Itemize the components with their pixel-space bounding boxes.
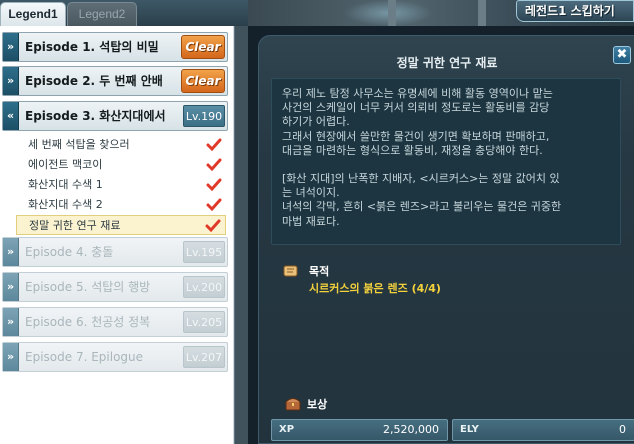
description-line: [화산 지대]의 난폭한 지배자, <시르커스>는 정말 값어치 있 (282, 172, 560, 186)
description-line: 녀석의 각막, 흔히 <붉은 렌즈>라고 불리우는 물건은 귀중한 (282, 200, 562, 214)
level-badge: Lv.200 (183, 276, 225, 298)
ely-reward-box: ELY 0 (452, 419, 634, 441)
clear-badge: Clear (181, 35, 225, 59)
episode-6-row[interactable]: » Episode 6. 천공성 정복 Lv.205 (2, 307, 228, 337)
episode-title: Episode 7. Epilogue (25, 350, 144, 364)
xp-reward-box: XP 2,520,000 (271, 419, 448, 441)
subquest-title: 에이전트 맥코이 (28, 158, 103, 171)
reward-label: 보상 (307, 398, 328, 411)
checkmark-icon (206, 138, 222, 152)
episode-list: » Episode 1. 석탑의 비밀 Clear » Episode 2. 두… (0, 26, 234, 444)
quest-description: 우리 제노 탐정 사무소는 유명세에 비해 활동 영역이나 맡는 사건의 스케일… (271, 78, 621, 245)
ely-value: 0 (619, 423, 626, 436)
quest-title: 정말 귀한 연구 재료 (396, 56, 498, 70)
subquest-item[interactable]: 에이전트 맥코이 (16, 155, 226, 175)
objective-label: 목적 (309, 265, 330, 278)
tab-legend1[interactable]: Legend1 (0, 2, 66, 26)
episode-7-row[interactable]: » Episode 7. Epilogue Lv.207 (2, 342, 228, 372)
divider-scrollbar[interactable] (234, 26, 248, 444)
description-line: 우리 제노 탐정 사무소는 유명세에 비해 활동 영역이나 맡는 (282, 87, 553, 100)
xp-value: 2,520,000 (383, 423, 439, 436)
quest-detail-panel: 정말 귀한 연구 재료 ✖ 우리 제노 탐정 사무소는 유명세에 비해 활동 영… (248, 26, 634, 444)
episode-title: Episode 2. 두 번째 안배 (25, 74, 163, 88)
episode-title: Episode 4. 충돌 (25, 245, 114, 259)
episode-title: Episode 1. 석탑의 비밀 (25, 40, 159, 54)
checkmark-icon (206, 158, 222, 172)
expand-chevron-icon[interactable]: » (3, 273, 19, 301)
level-badge: Lv.207 (183, 346, 225, 368)
expand-chevron-icon[interactable]: » (3, 343, 19, 371)
expand-chevron-icon[interactable]: » (3, 308, 19, 336)
checkmark-icon (206, 198, 222, 212)
episode-5-row[interactable]: » Episode 5. 석탑의 행방 Lv.200 (2, 272, 228, 302)
episode-2-row[interactable]: » Episode 2. 두 번째 안배 Clear (2, 66, 228, 96)
description-line: 는 녀석이지. (282, 186, 340, 200)
ely-label: ELY (460, 424, 479, 435)
subquest-item[interactable]: 화산지대 수색 1 (16, 175, 226, 195)
episode-title: Episode 3. 화산지대에서 (25, 109, 166, 123)
subquest-title: 화산지대 수색 1 (28, 178, 103, 191)
subquest-title: 화산지대 수색 2 (28, 198, 103, 211)
episode-3-row[interactable]: « Episode 3. 화산지대에서 Lv.190 (2, 101, 228, 131)
subquest-title: 정말 귀한 연구 재료 (29, 219, 121, 232)
checkmark-icon (205, 219, 221, 233)
legend-skip-button[interactable]: 레전드1 스킵하기 (516, 0, 634, 22)
expand-chevron-icon[interactable]: » (3, 238, 19, 266)
description-line: 하기가 어렵다. (282, 115, 350, 129)
clear-badge: Clear (181, 69, 225, 93)
expand-chevron-icon[interactable]: » (3, 67, 19, 95)
subquest-title: 세 번째 석탑을 찾으러 (28, 138, 130, 151)
description-line: 마법 재료다. (282, 214, 340, 228)
expand-chevron-icon[interactable]: » (3, 33, 19, 61)
objective-text: 시르커스의 붉은 렌즈 (4/4) (309, 282, 441, 295)
checkmark-icon (206, 178, 222, 192)
episode-title: Episode 5. 석탑의 행방 (25, 280, 151, 294)
collapse-chevron-icon[interactable]: « (3, 102, 19, 130)
quest-card: 정말 귀한 연구 재료 ✖ 우리 제노 탐정 사무소는 유명세에 비해 활동 영… (258, 35, 634, 444)
subquest-item-selected[interactable]: 정말 귀한 연구 재료 (16, 215, 226, 235)
subquest-item[interactable]: 세 번째 석탑을 찾으러 (16, 135, 226, 155)
level-badge: Lv.205 (183, 311, 225, 333)
subquest-item[interactable]: 화산지대 수색 2 (16, 195, 226, 215)
level-badge: Lv.195 (183, 241, 225, 263)
level-badge: Lv.190 (183, 105, 225, 127)
description-line: 대금을 마련하는 형식으로 활동비, 재정을 충당해야 한다. (282, 143, 543, 157)
top-bar: Legend1 Legend2 레전드1 스킵하기 (0, 0, 634, 26)
tab-legend2[interactable]: Legend2 (67, 2, 137, 26)
close-button[interactable]: ✖ (613, 46, 631, 64)
episode-4-row[interactable]: » Episode 4. 충돌 Lv.195 (2, 237, 228, 267)
description-line: 사건의 스케일이 너무 커서 의뢰비 정도로는 활동비를 감당 (282, 101, 550, 115)
description-line: 그래서 현장에서 쓸만한 물건이 생기면 확보하며 판매하고, (282, 129, 550, 143)
quest-scroll-icon (283, 265, 298, 277)
episode-1-row[interactable]: » Episode 1. 석탑의 비밀 Clear (2, 32, 228, 62)
treasure-chest-icon (285, 398, 301, 411)
xp-label: XP (279, 424, 295, 435)
episode-title: Episode 6. 천공성 정복 (25, 315, 151, 329)
